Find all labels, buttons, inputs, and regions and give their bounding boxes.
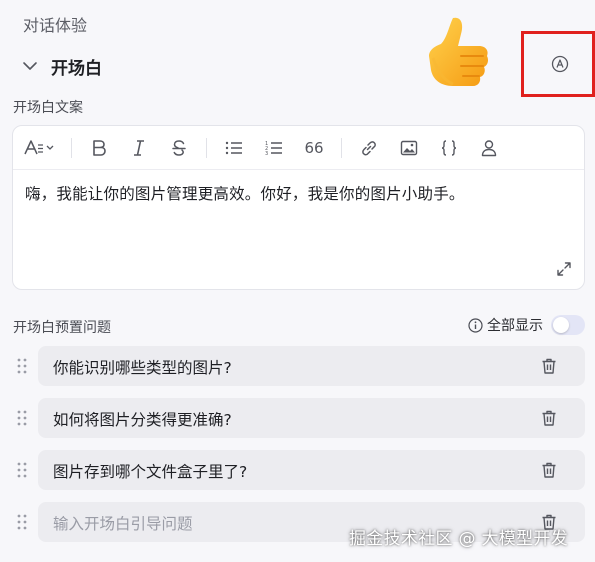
drag-handle-icon[interactable]: [16, 513, 28, 531]
chevron-down-icon[interactable]: [22, 58, 38, 74]
question-text: 你能识别哪些类型的图片?: [53, 359, 232, 377]
drag-handle-icon[interactable]: [16, 461, 28, 479]
toolbar-divider: [206, 137, 207, 158]
new-question-placeholder: 输入开场白引导问题: [53, 515, 193, 533]
user-icon[interactable]: [476, 135, 502, 161]
question-row: 你能识别哪些类型的图片?: [0, 346, 595, 386]
show-all-control: 全部显示: [468, 314, 585, 336]
toggle-knob: [553, 317, 569, 333]
opening-copy-text[interactable]: 嗨，我能让你的图片管理更高效。你好，我是你的图片小助手。: [25, 182, 465, 204]
toolbar-divider: [341, 137, 342, 158]
expand-icon[interactable]: [556, 261, 572, 277]
thumbs-up-emoji: [423, 14, 491, 100]
section-title: 对话体验: [23, 16, 88, 35]
quote-icon[interactable]: 66: [301, 135, 327, 161]
bullet-list-icon[interactable]: [221, 135, 247, 161]
watermark: 掘金技术社区 @ 大模型开发: [349, 529, 569, 549]
question-input[interactable]: 图片存到哪个文件盒子里了?: [38, 450, 585, 490]
link-icon[interactable]: [356, 135, 382, 161]
opening-title: 开场白: [51, 58, 102, 79]
info-icon: [468, 317, 483, 333]
question-text: 图片存到哪个文件盒子里了?: [53, 463, 248, 481]
image-icon[interactable]: [396, 135, 422, 161]
drag-handle-icon[interactable]: [16, 409, 28, 427]
show-all-toggle[interactable]: [551, 315, 585, 335]
strikethrough-icon[interactable]: [166, 135, 192, 161]
preset-questions-label: 开场白预置问题: [13, 320, 111, 336]
trash-icon[interactable]: [540, 461, 558, 479]
question-text: 如何将图片分类得更准确?: [53, 411, 232, 429]
drag-handle-icon[interactable]: [16, 357, 28, 375]
trash-icon[interactable]: [540, 357, 558, 375]
question-row: 如何将图片分类得更准确?: [0, 398, 595, 438]
show-all-label: 全部显示: [487, 318, 543, 334]
text-style-icon[interactable]: [23, 135, 57, 161]
opening-editor[interactable]: 123 66 嗨，我能让你的图片管理更高效。你好，我是你的图片小助手。: [12, 125, 585, 290]
svg-text:3: 3: [265, 151, 268, 156]
bold-icon[interactable]: [86, 135, 112, 161]
code-block-icon[interactable]: [436, 135, 462, 161]
trash-icon[interactable]: [540, 409, 558, 427]
editor-toolbar: 123 66: [13, 126, 584, 170]
opening-header[interactable]: 开场白: [22, 53, 102, 79]
italic-icon[interactable]: [126, 135, 152, 161]
numbered-list-icon[interactable]: 123: [261, 135, 287, 161]
question-input[interactable]: 如何将图片分类得更准确?: [38, 398, 585, 438]
opening-copy-label: 开场白文案: [13, 100, 83, 116]
auto-circle-icon[interactable]: [551, 55, 569, 73]
question-row: 图片存到哪个文件盒子里了?: [0, 450, 595, 490]
toolbar-divider: [71, 137, 72, 158]
question-input[interactable]: 你能识别哪些类型的图片?: [38, 346, 585, 386]
